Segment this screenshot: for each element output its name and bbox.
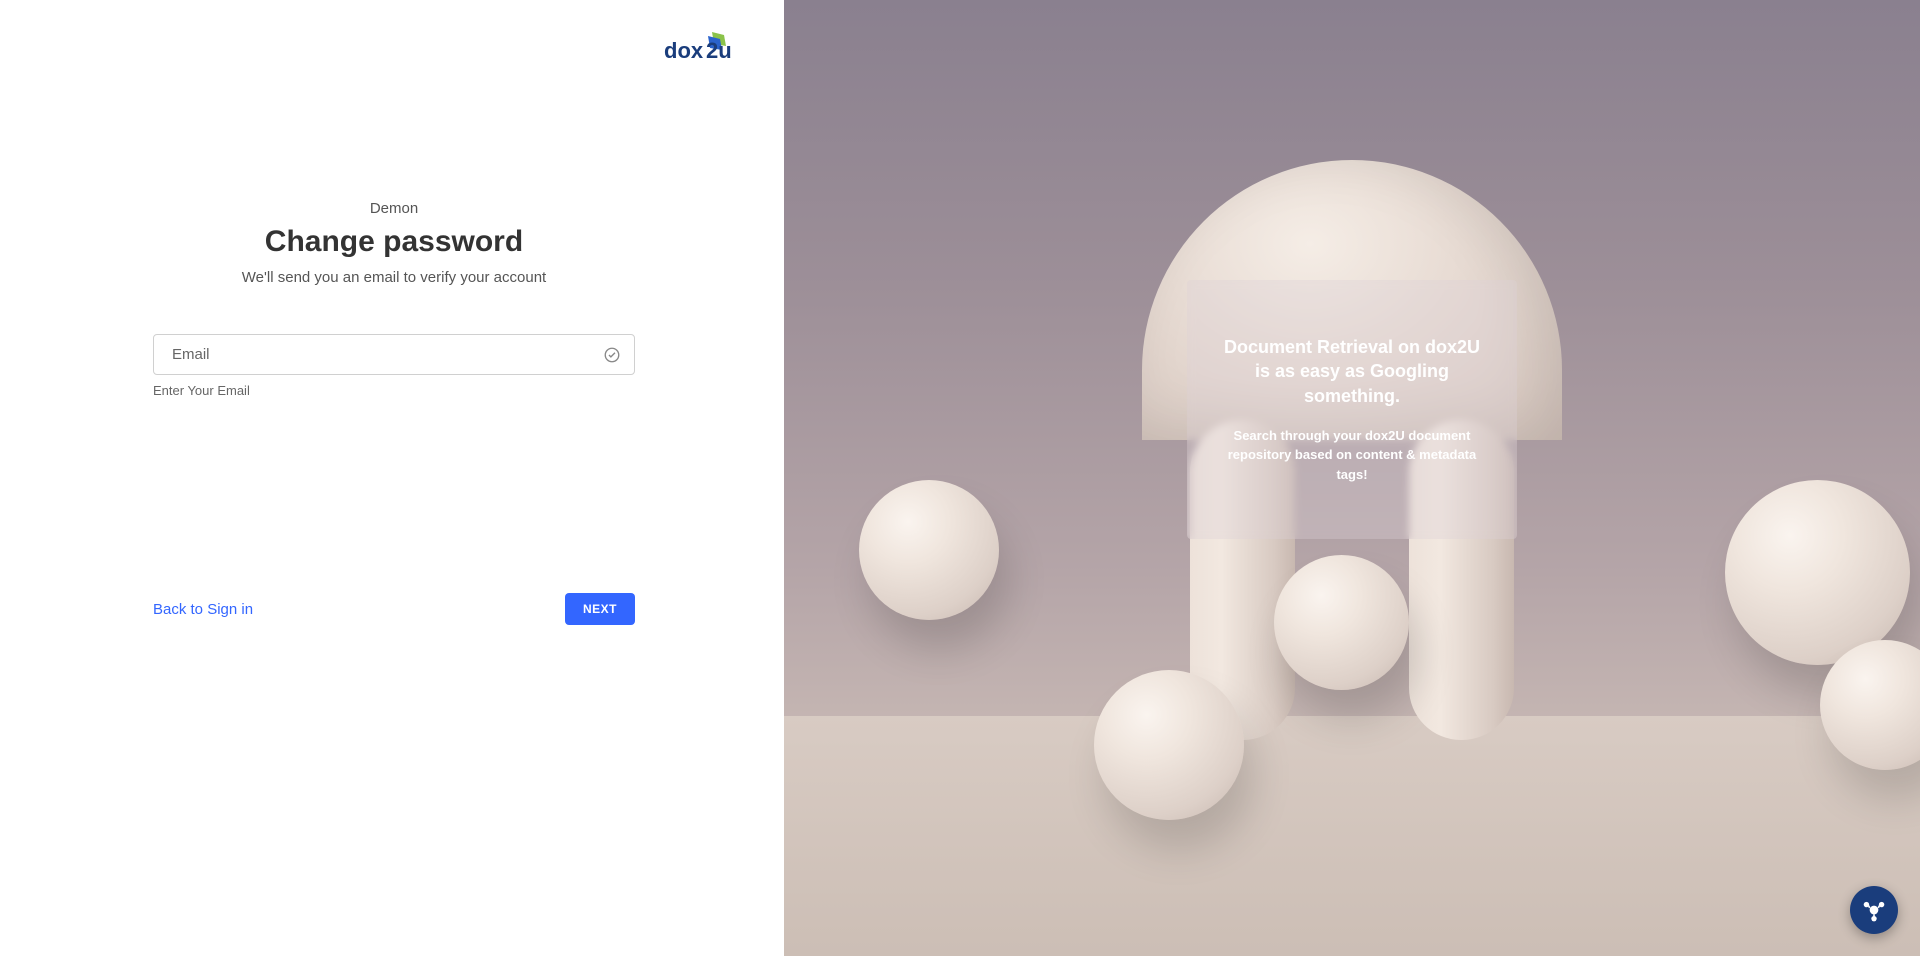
email-field[interactable] bbox=[153, 334, 635, 375]
svg-text:2u: 2u bbox=[706, 38, 732, 63]
logo-container: dox 2u bbox=[664, 30, 744, 70]
scene-sphere bbox=[1274, 555, 1409, 690]
brand-logo: dox 2u bbox=[664, 30, 744, 70]
info-card: Document Retrieval on dox2U is as easy a… bbox=[1187, 280, 1517, 539]
scene-sphere bbox=[1094, 670, 1244, 820]
scene-sphere bbox=[859, 480, 999, 620]
page-description: We'll send you an email to verify your a… bbox=[153, 269, 635, 286]
email-helper-text: Enter Your Email bbox=[153, 383, 635, 398]
left-panel: dox 2u Demon Change password We'll send … bbox=[0, 0, 784, 956]
scene-sphere bbox=[1725, 480, 1910, 665]
back-to-signin-link[interactable]: Back to Sign in bbox=[153, 601, 253, 618]
right-panel: Document Retrieval on dox2U is as easy a… bbox=[784, 0, 1920, 956]
info-description: Search through your dox2U document repos… bbox=[1215, 426, 1489, 485]
page-subtitle: Demon bbox=[153, 200, 635, 217]
page-title: Change password bbox=[153, 225, 635, 259]
button-row: Back to Sign in NEXT bbox=[153, 593, 635, 625]
info-title: Document Retrieval on dox2U is as easy a… bbox=[1215, 335, 1489, 408]
help-fab-button[interactable] bbox=[1850, 886, 1898, 934]
next-button[interactable]: NEXT bbox=[565, 593, 635, 625]
svg-text:dox: dox bbox=[664, 38, 704, 63]
network-icon bbox=[1861, 897, 1887, 923]
decorative-scene: Document Retrieval on dox2U is as easy a… bbox=[784, 0, 1920, 956]
form-wrapper: Demon Change password We'll send you an … bbox=[151, 200, 633, 625]
dox2u-logo-icon: dox 2u bbox=[664, 30, 744, 70]
checkmark-circle-icon bbox=[603, 346, 621, 364]
email-input-wrapper bbox=[153, 334, 635, 375]
